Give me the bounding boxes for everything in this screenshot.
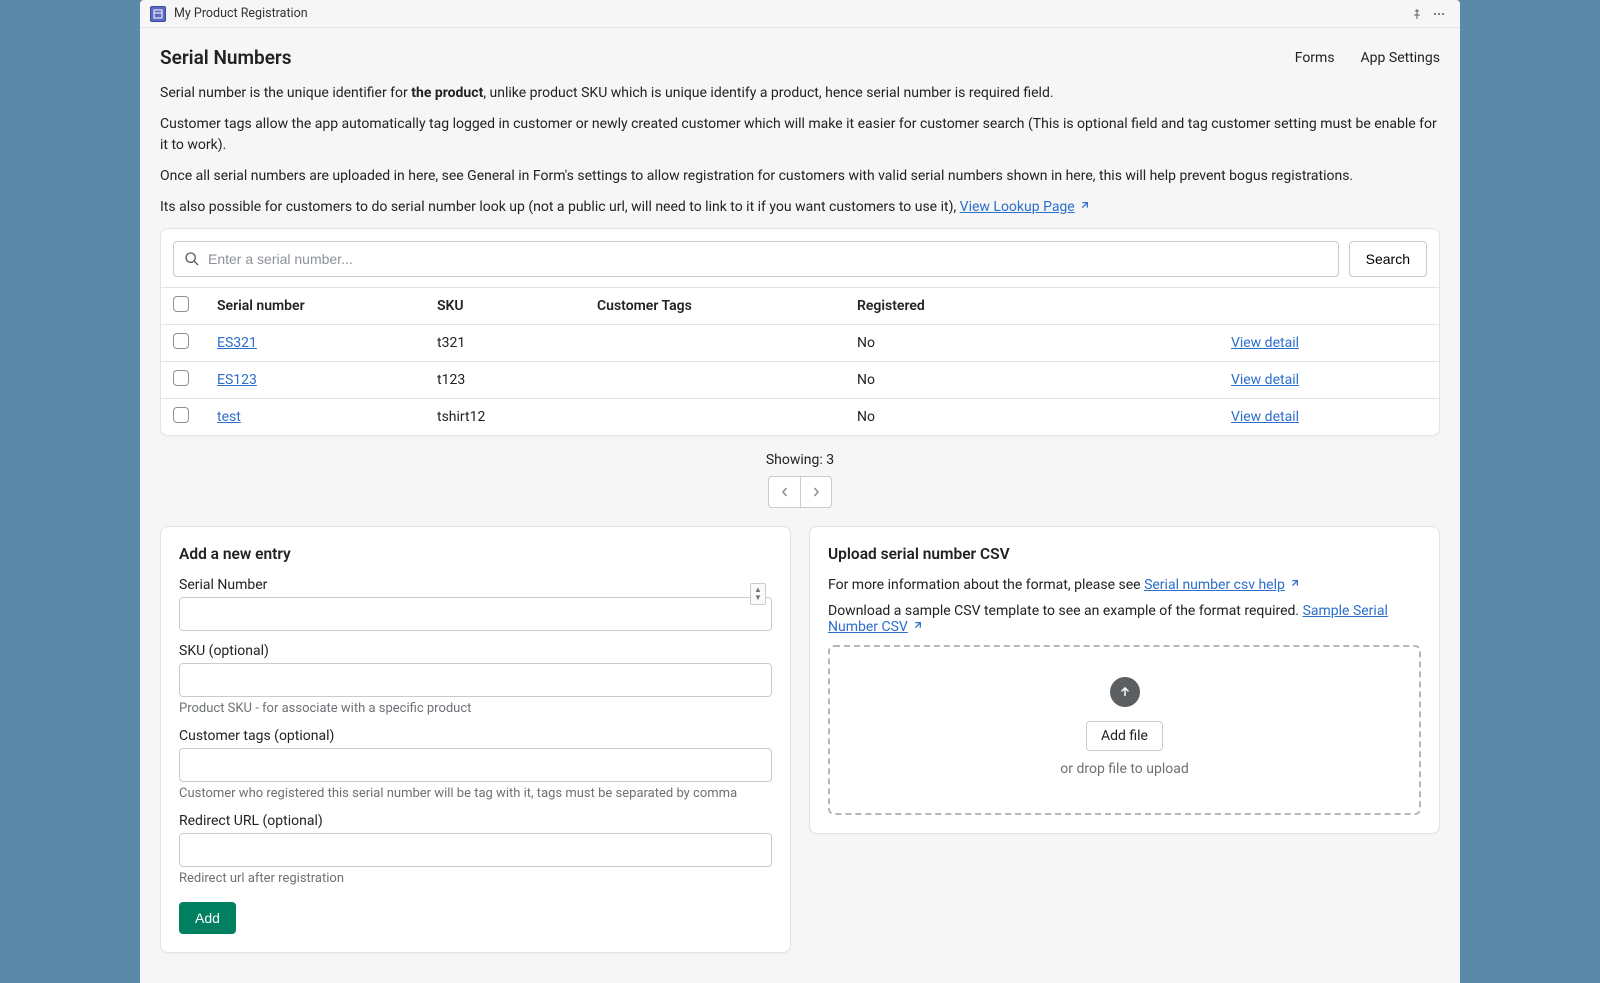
intro-p1: Serial number is the unique identifier f… bbox=[160, 83, 1440, 104]
serial-link[interactable]: ES321 bbox=[217, 335, 257, 351]
sku-input[interactable] bbox=[179, 663, 772, 697]
app-icon bbox=[150, 6, 166, 22]
row-tags bbox=[585, 399, 845, 436]
row-registered: No bbox=[845, 399, 1045, 436]
row-tags bbox=[585, 325, 845, 362]
tags-input[interactable] bbox=[179, 748, 772, 782]
intro-p3: Once all serial numbers are uploaded in … bbox=[160, 166, 1440, 187]
serial-input[interactable] bbox=[179, 597, 772, 631]
table-row: test tshirt12 No View detail bbox=[161, 399, 1439, 436]
sku-label: SKU (optional) bbox=[179, 643, 772, 659]
app-settings-link[interactable]: App Settings bbox=[1361, 50, 1440, 66]
row-checkbox[interactable] bbox=[173, 407, 189, 423]
stepper-icon[interactable]: ▲▼ bbox=[750, 583, 766, 605]
intro-p2: Customer tags allow the app automaticall… bbox=[160, 114, 1440, 156]
select-all-checkbox[interactable] bbox=[173, 296, 189, 312]
search-icon bbox=[184, 251, 200, 267]
next-page-button[interactable] bbox=[800, 476, 832, 508]
search-button[interactable]: Search bbox=[1349, 241, 1427, 277]
table-row: ES123 t123 No View detail bbox=[161, 362, 1439, 399]
upload-p1: For more information about the format, p… bbox=[828, 577, 1421, 593]
row-registered: No bbox=[845, 362, 1045, 399]
drop-text: or drop file to upload bbox=[840, 761, 1409, 777]
add-button[interactable]: Add bbox=[179, 902, 236, 934]
row-checkbox[interactable] bbox=[173, 370, 189, 386]
col-sku: SKU bbox=[425, 288, 585, 325]
view-detail-link[interactable]: View detail bbox=[1231, 409, 1299, 425]
external-link-icon bbox=[1289, 577, 1299, 587]
redirect-label: Redirect URL (optional) bbox=[179, 813, 772, 829]
table-row: ES321 t321 No View detail bbox=[161, 325, 1439, 362]
serial-table-card: Search Serial number SKU Customer Tags R… bbox=[160, 228, 1440, 436]
forms-link[interactable]: Forms bbox=[1295, 50, 1335, 66]
redirect-help: Redirect url after registration bbox=[179, 871, 772, 886]
view-lookup-link[interactable]: View Lookup Page bbox=[960, 199, 1089, 215]
upload-icon bbox=[1110, 677, 1140, 707]
pin-icon[interactable] bbox=[1406, 3, 1428, 25]
title-bar: My Product Registration bbox=[140, 0, 1460, 28]
search-field[interactable] bbox=[173, 241, 1339, 277]
upload-p2: Download a sample CSV template to see an… bbox=[828, 603, 1421, 635]
view-detail-link[interactable]: View detail bbox=[1231, 372, 1299, 388]
external-link-icon bbox=[1079, 197, 1089, 207]
redirect-input[interactable] bbox=[179, 833, 772, 867]
row-sku: tshirt12 bbox=[425, 399, 585, 436]
row-sku: t321 bbox=[425, 325, 585, 362]
serial-label: Serial Number bbox=[179, 577, 772, 593]
pager bbox=[160, 476, 1440, 508]
row-checkbox[interactable] bbox=[173, 333, 189, 349]
col-registered: Registered bbox=[845, 288, 1045, 325]
upload-title: Upload serial number CSV bbox=[828, 545, 1421, 563]
upload-csv-card: Upload serial number CSV For more inform… bbox=[809, 526, 1440, 834]
row-sku: t123 bbox=[425, 362, 585, 399]
col-serial: Serial number bbox=[205, 288, 425, 325]
col-tags: Customer Tags bbox=[585, 288, 845, 325]
serial-table: Serial number SKU Customer Tags Register… bbox=[161, 287, 1439, 435]
add-file-button[interactable]: Add file bbox=[1086, 721, 1163, 751]
tags-help: Customer who registered this serial numb… bbox=[179, 786, 772, 801]
external-link-icon bbox=[912, 619, 922, 629]
tags-label: Customer tags (optional) bbox=[179, 728, 772, 744]
more-icon[interactable] bbox=[1428, 3, 1450, 25]
page-title: Serial Numbers bbox=[160, 46, 292, 69]
serial-link[interactable]: test bbox=[217, 409, 241, 425]
app-name: My Product Registration bbox=[174, 6, 308, 21]
row-registered: No bbox=[845, 325, 1045, 362]
view-detail-link[interactable]: View detail bbox=[1231, 335, 1299, 351]
dropzone[interactable]: Add file or drop file to upload bbox=[828, 645, 1421, 815]
search-input[interactable] bbox=[208, 251, 1328, 267]
prev-page-button[interactable] bbox=[768, 476, 800, 508]
sku-help: Product SKU - for associate with a speci… bbox=[179, 701, 772, 716]
add-entry-card: Add a new entry Serial Number ▲▼ SKU (op… bbox=[160, 526, 791, 953]
row-tags bbox=[585, 362, 845, 399]
intro-p4: Its also possible for customers to do se… bbox=[160, 197, 1440, 218]
showing-count: Showing: 3 bbox=[160, 452, 1440, 468]
add-entry-title: Add a new entry bbox=[179, 545, 772, 563]
serial-link[interactable]: ES123 bbox=[217, 372, 257, 388]
csv-help-link[interactable]: Serial number csv help bbox=[1144, 577, 1299, 593]
